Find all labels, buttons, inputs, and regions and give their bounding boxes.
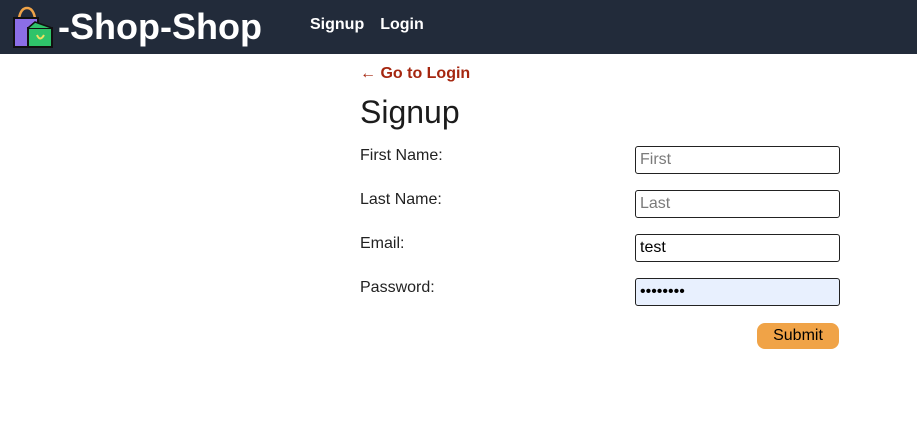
- email-input[interactable]: [635, 234, 840, 262]
- page-title: Signup: [360, 94, 460, 130]
- nav-links: Signup Login: [310, 16, 440, 34]
- email-label: Email:: [360, 235, 405, 252]
- shopping-bag-icon: [11, 6, 55, 48]
- last-name-input[interactable]: [635, 190, 840, 218]
- submit-row: Submit: [360, 319, 840, 359]
- signup-form: First Name: Last Name: Email: Password: …: [360, 143, 840, 359]
- first-name-row: First Name:: [360, 143, 840, 187]
- nav-login-link[interactable]: Login: [380, 16, 424, 34]
- last-name-row: Last Name:: [360, 187, 840, 231]
- brand-home-link[interactable]: -Shop-Shop: [11, 3, 262, 51]
- brand-title: -Shop-Shop: [58, 6, 262, 47]
- password-label: Password:: [360, 279, 435, 296]
- last-name-label: Last Name:: [360, 191, 442, 208]
- go-to-login-link[interactable]: ← Go to Login: [360, 65, 840, 83]
- first-name-input[interactable]: [635, 146, 840, 174]
- first-name-label: First Name:: [360, 147, 443, 164]
- password-row: Password:: [360, 275, 840, 319]
- email-row: Email:: [360, 231, 840, 275]
- top-navbar: -Shop-Shop Signup Login: [0, 0, 917, 54]
- submit-button[interactable]: Submit: [757, 323, 839, 349]
- signup-container: ← Go to Login Signup First Name: Last Na…: [360, 62, 840, 359]
- nav-signup-link[interactable]: Signup: [310, 16, 364, 34]
- password-input[interactable]: [635, 278, 840, 306]
